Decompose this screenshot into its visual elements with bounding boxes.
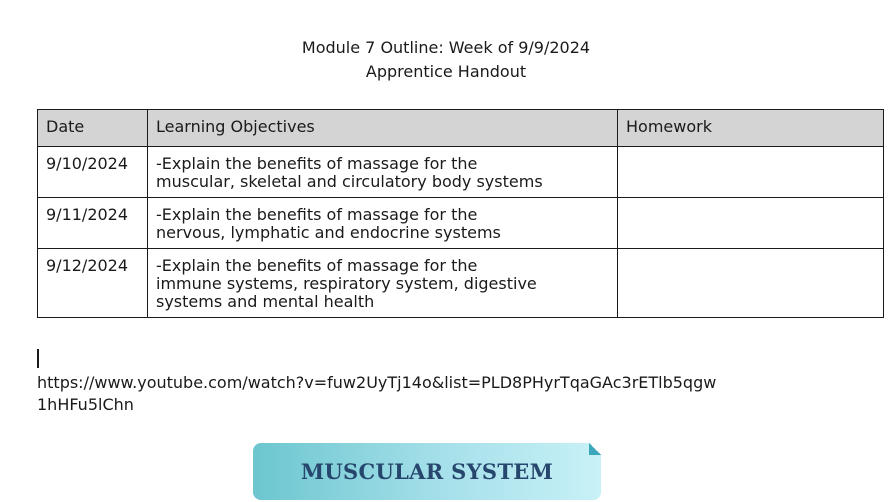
table-row: 9/12/2024 -Explain the benefits of massa… — [37, 248, 884, 318]
objective-line: muscular, skeletal and circulatory body … — [156, 172, 543, 191]
table-row: 9/10/2024 -Explain the benefits of massa… — [37, 146, 884, 198]
objective-cell: -Explain the benefits of massage for the… — [147, 248, 618, 318]
banner-label: MUSCULAR SYSTEM — [300, 459, 554, 484]
outline-table: Date Learning Objectives Homework 9/10/2… — [37, 109, 884, 318]
column-header-date: Date — [37, 109, 148, 147]
date-cell: 9/12/2024 — [37, 248, 148, 318]
objective-line: -Explain the benefits of massage for the — [156, 205, 478, 224]
homework-cell — [617, 248, 884, 318]
objective-line: immune systems, respiratory system, dige… — [156, 274, 537, 293]
youtube-link-line1: https://www.youtube.com/watch?v=fuw2UyTj… — [37, 373, 717, 392]
objective-line: nervous, lymphatic and endocrine systems — [156, 223, 501, 242]
objective-cell: -Explain the benefits of massage for the… — [147, 146, 618, 198]
objective-line: systems and mental health — [156, 292, 375, 311]
table-row: 9/11/2024 -Explain the benefits of massa… — [37, 197, 884, 249]
date-cell: 9/11/2024 — [37, 197, 148, 249]
objective-cell: -Explain the benefits of massage for the… — [147, 197, 618, 249]
table-header-row: Date Learning Objectives Homework — [37, 109, 884, 147]
document-subtitle: Apprentice Handout — [365, 62, 527, 81]
youtube-link-line2: 1hHFu5lChn — [37, 395, 134, 414]
date-cell: 9/10/2024 — [37, 146, 148, 198]
homework-cell — [617, 146, 884, 198]
page-fold-corner — [589, 443, 601, 455]
objective-line: -Explain the benefits of massage for the — [156, 154, 478, 173]
objective-line: -Explain the benefits of massage for the — [156, 256, 478, 275]
youtube-link[interactable]: https://www.youtube.com/watch?v=fuw2UyTj… — [37, 372, 837, 416]
homework-cell — [617, 197, 884, 249]
column-header-learning-objectives: Learning Objectives — [147, 109, 618, 147]
column-header-homework: Homework — [617, 109, 884, 147]
document-header: Module 7 Outline: Week of 9/9/2024 Appre… — [0, 36, 892, 84]
muscular-system-banner-image: MUSCULAR SYSTEM — [253, 443, 601, 500]
document-title: Module 7 Outline: Week of 9/9/2024 — [301, 38, 591, 57]
text-cursor — [37, 349, 39, 368]
